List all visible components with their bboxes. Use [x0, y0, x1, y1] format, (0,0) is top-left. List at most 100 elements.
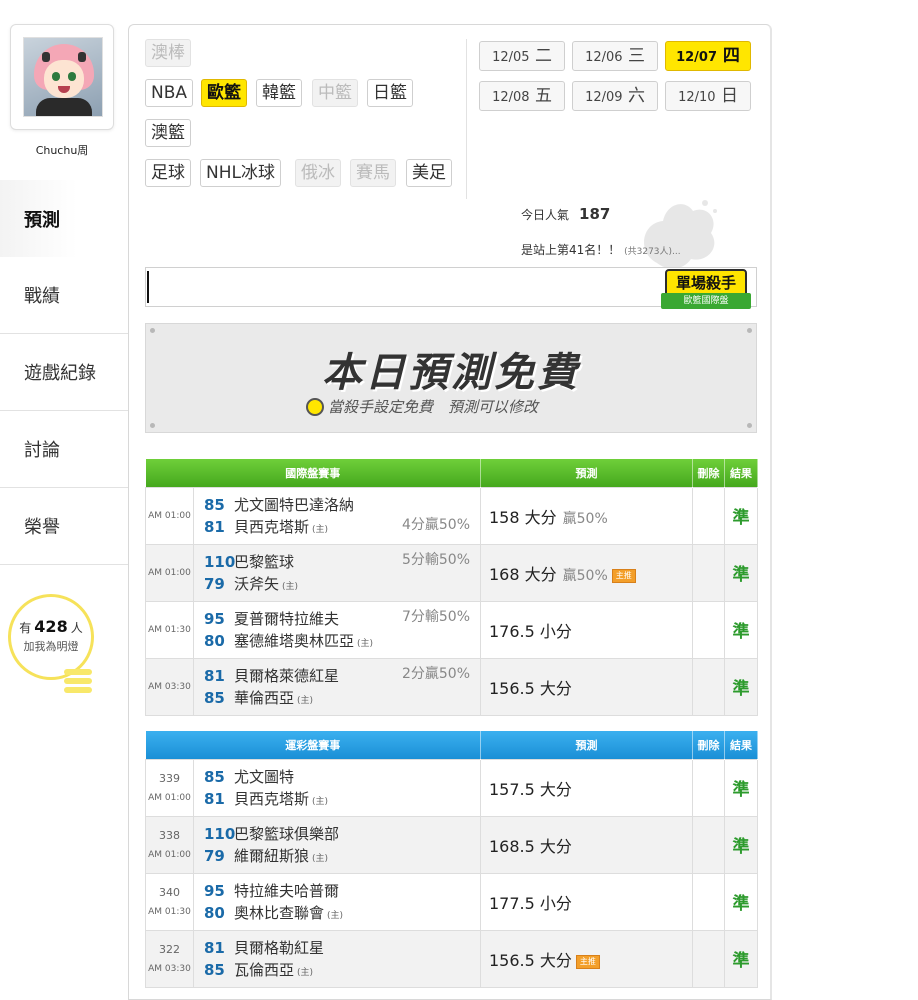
nav-item-game-log[interactable]: 遊戲紀錄 [0, 334, 128, 411]
home-team[interactable]: 瓦倫西亞 [234, 961, 294, 979]
prediction-cell: 156.5 大分 主推 [480, 929, 693, 988]
date-1209[interactable]: 12/09 六 [572, 81, 658, 111]
col-header-result: 結果 [724, 459, 758, 487]
home-team[interactable]: 貝西克塔斯 [234, 790, 309, 808]
match-time: 339 AM 01:00 [145, 758, 194, 817]
away-score: 85 [204, 767, 225, 786]
table-row: AM 03:30 81 貝爾格萊德紅星 85 華倫西亞 (主) 2分贏50% 156.5 大分… [145, 657, 758, 716]
table-row: 340 AM 01:30 95 特拉維夫哈普爾 80 奧林比查聯會 (主) 177.5 小分 準 [145, 872, 758, 931]
home-team[interactable]: 華倫西亞 [234, 689, 294, 707]
away-score: 81 [204, 666, 225, 685]
home-mark: (主) [297, 695, 314, 706]
delete-cell [692, 600, 725, 659]
date-1205[interactable]: 12/05 二 [479, 41, 565, 71]
home-mark: (主) [312, 796, 329, 807]
match-number: 340 [159, 886, 180, 899]
match-teams: 95 夏普爾特拉維夫 80 塞德維塔奧林匹亞 (主) 7分輸50% [193, 600, 481, 659]
match-time: 338 AM 01:00 [145, 815, 194, 874]
match-time: 340 AM 01:30 [145, 872, 194, 931]
badge-sub: 歐籃國際盤 [661, 293, 751, 309]
match-number: 338 [159, 829, 180, 842]
home-team[interactable]: 塞德維塔奧林匹亞 [234, 632, 354, 650]
category-korea-basketball[interactable]: 韓籃 [256, 79, 302, 107]
away-team[interactable]: 貝爾格萊德紅星 [234, 667, 339, 685]
category-american-football[interactable]: 美足 [406, 159, 452, 187]
table-row: 322 AM 03:30 81 貝爾格勒紅星 85 瓦倫西亞 (主) 156.5 大分 主推準 [145, 929, 758, 988]
sidebar: Chuchu周 預測 戰績 遊戲紀錄 討論 榮譽 有 428 人 加我為明燈 [0, 0, 128, 1000]
category-aus-basketball[interactable]: 澳籃 [145, 119, 191, 147]
col-header-delete: 刪除 [692, 459, 725, 487]
date-1207[interactable]: 12/07 四 [665, 41, 751, 71]
killer-badge: 單場殺手 歐籃國際盤 [661, 263, 753, 317]
delete-cell [692, 486, 725, 545]
prediction-rate: 贏50% [562, 510, 608, 527]
match-teams: 110巴黎籃球 79 沃斧矢 (主) 5分輸50% [193, 543, 481, 602]
bulb-icon [62, 666, 94, 700]
category-russia-hockey[interactable]: 俄冰 [295, 159, 341, 187]
home-score: 81 [204, 517, 225, 536]
match-number: 339 [159, 772, 180, 785]
away-score: 110 [204, 824, 236, 843]
match-time-text: AM 03:30 [148, 964, 191, 974]
category-japan-basketball[interactable]: 日籃 [367, 79, 413, 107]
home-mark: (主) [312, 524, 329, 535]
result-badge: 準 [724, 657, 758, 716]
home-score: 80 [204, 631, 225, 650]
home-score: 79 [204, 574, 225, 593]
away-team[interactable]: 夏普爾特拉維夫 [234, 610, 339, 628]
col-header-prediction: 預測 [480, 731, 693, 759]
date-1210[interactable]: 12/10 日 [665, 81, 751, 111]
banner-subtitle-text: 當殺手設定免費 預測可以修改 [328, 398, 539, 416]
featured-tag: 主推 [611, 568, 636, 583]
home-score: 80 [204, 903, 225, 922]
category-horse-racing[interactable]: 賽馬 [350, 159, 396, 187]
home-team[interactable]: 沃斧矢 [234, 575, 279, 593]
delete-cell [692, 758, 725, 817]
home-team[interactable]: 貝西克塔斯 [234, 518, 309, 536]
delete-cell [692, 543, 725, 602]
home-score: 81 [204, 789, 225, 808]
spread-result: 2分贏50% [401, 665, 470, 682]
result-badge: 準 [724, 929, 758, 988]
away-team[interactable]: 尤文圖特巴達洛納 [234, 496, 354, 514]
result-badge: 準 [724, 486, 758, 545]
match-number: 322 [159, 943, 180, 956]
away-team[interactable]: 巴黎籃球 [234, 553, 294, 571]
spread-result: 7分輸50% [401, 608, 470, 625]
date-1208[interactable]: 12/08 五 [479, 81, 565, 111]
nav-item-record[interactable]: 戰績 [0, 257, 128, 334]
prediction-rate: 贏50% [562, 567, 608, 584]
avatar[interactable] [23, 37, 103, 117]
category-euro-basketball[interactable]: 歐籃 [201, 79, 247, 107]
nav-item-discussion[interactable]: 討論 [0, 411, 128, 488]
home-team[interactable]: 維爾紐斯狼 [234, 847, 309, 865]
col-header-delete: 刪除 [692, 731, 725, 759]
away-team[interactable]: 貝爾格勒紅星 [234, 939, 324, 957]
site-rank: 是站上第41名！！ (共3273人)... [521, 241, 681, 258]
away-team[interactable]: 巴黎籃球俱樂部 [234, 825, 339, 843]
away-team[interactable]: 尤文圖特 [234, 768, 294, 786]
match-time-text: AM 01:00 [148, 850, 191, 860]
username[interactable]: Chuchu周 [0, 142, 124, 158]
result-badge: 準 [724, 872, 758, 931]
home-team[interactable]: 奧林比查聯會 [234, 904, 324, 922]
nav-item-honor[interactable]: 榮譽 [0, 488, 128, 565]
table-row: 339 AM 01:00 85 尤文圖特 81 貝西克塔斯 (主) 157.5 大分 準 [145, 758, 758, 817]
away-team[interactable]: 特拉維夫哈普爾 [234, 882, 339, 900]
match-teams: 85 尤文圖特 81 貝西克塔斯 (主) [193, 758, 481, 817]
col-header-result: 結果 [724, 731, 758, 759]
category-soccer[interactable]: 足球 [145, 159, 191, 187]
home-mark: (主) [327, 910, 344, 921]
category-china-basketball[interactable]: 中籃 [312, 79, 358, 107]
category-aus-baseball[interactable]: 澳棒 [145, 39, 191, 67]
prediction-value: 168 大分 [489, 564, 557, 584]
delete-cell [692, 657, 725, 716]
category-nba[interactable]: NBA [145, 79, 194, 107]
avatar-card[interactable] [10, 24, 114, 130]
nav-item-predict[interactable]: 預測 [0, 180, 128, 257]
category-nhl[interactable]: NHL冰球 [200, 159, 281, 187]
main-panel: 澳棒 NBA 歐籃 韓籃 中籃 日籃 澳籃 足球 NHL冰球 俄冰 賽馬 美足 … [128, 24, 772, 1000]
table-row: AM 01:30 95 夏普爾特拉維夫 80 塞德維塔奧林匹亞 (主) 7分輸50% 176.… [145, 600, 758, 659]
rank-text: 是站上第41名！！ [521, 243, 621, 257]
date-1206[interactable]: 12/06 三 [572, 41, 658, 71]
